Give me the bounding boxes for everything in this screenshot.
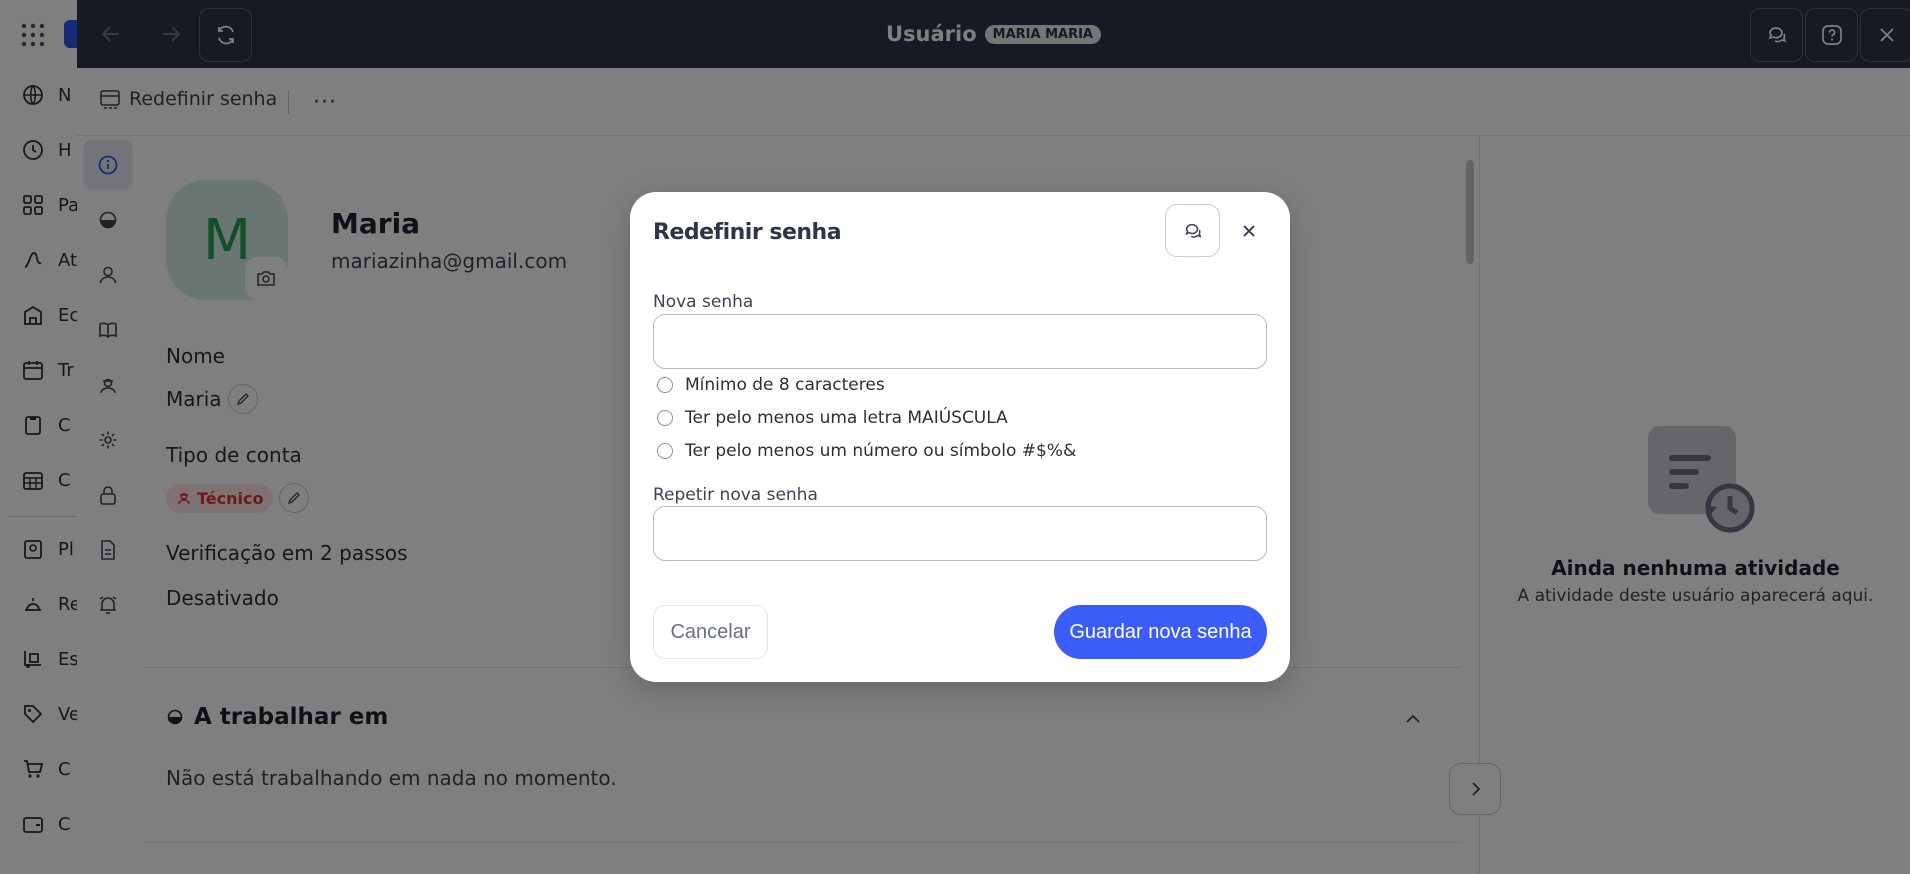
- requirement-text: Ter pelo menos uma letra MAIÚSCULA: [685, 408, 1008, 428]
- repeat-password-input[interactable]: [653, 506, 1267, 561]
- new-password-input[interactable]: [653, 314, 1267, 369]
- requirement-text: Ter pelo menos um número ou símbolo #$%&: [685, 441, 1077, 461]
- cancel-button[interactable]: Cancelar: [653, 605, 768, 659]
- requirement-item: Ter pelo menos uma letra MAIÚSCULA: [657, 408, 1008, 428]
- dialog-title: Redefinir senha: [653, 220, 842, 245]
- dialog-close-button[interactable]: [1235, 217, 1263, 245]
- repeat-password-label: Repetir nova senha: [653, 485, 818, 505]
- reset-password-dialog: Redefinir senha Nova senha Mínimo de 8 c…: [630, 192, 1290, 682]
- close-icon: [1241, 223, 1257, 239]
- requirement-text: Mínimo de 8 caracteres: [685, 375, 885, 395]
- requirement-status-circle: [657, 443, 673, 459]
- requirement-item: Ter pelo menos um número ou símbolo #$%&: [657, 441, 1076, 461]
- requirement-status-circle: [657, 410, 673, 426]
- save-password-button[interactable]: Guardar nova senha: [1054, 605, 1267, 659]
- requirement-item: Mínimo de 8 caracteres: [657, 375, 885, 395]
- chat-icon: [1183, 221, 1203, 241]
- new-password-label: Nova senha: [653, 292, 754, 312]
- dialog-chat-button[interactable]: [1165, 204, 1220, 257]
- requirement-status-circle: [657, 377, 673, 393]
